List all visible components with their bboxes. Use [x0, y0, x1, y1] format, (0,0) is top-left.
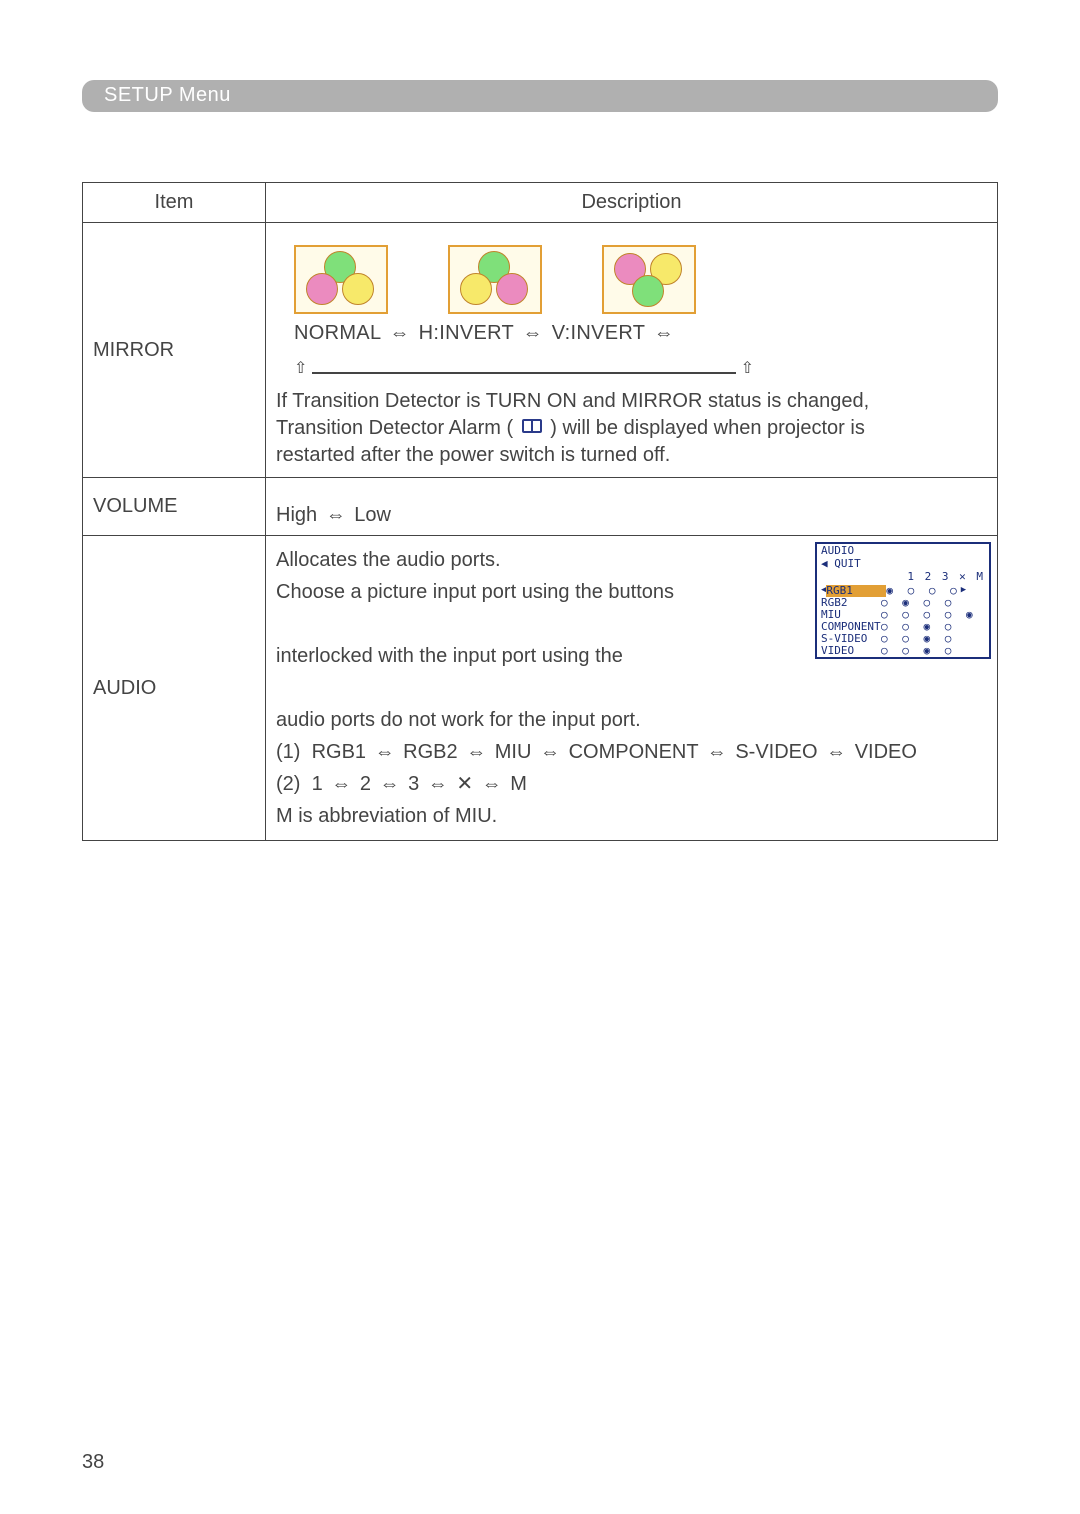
mirror-fig-vinvert	[602, 245, 696, 314]
audio-line: Allocates the audio ports.	[276, 549, 501, 571]
volume-desc: High ⇔ Low	[266, 478, 998, 536]
arrow-icon: ⇔	[707, 736, 727, 768]
col-item: Item	[83, 183, 266, 223]
audio-desc: Allocates the audio ports. Choose a pict…	[266, 536, 998, 841]
arrow-icon: ⇔	[482, 768, 502, 800]
seq-label: (1)	[276, 741, 300, 763]
audio-line: interlocked with the input port using th…	[276, 645, 623, 667]
osd-row: ◀RGB1◉ ○ ○ ○▶	[817, 585, 989, 597]
page-number: 38	[82, 1451, 104, 1474]
manual-reference-icon	[521, 415, 543, 442]
mirror-figures	[276, 231, 987, 318]
volume-high: High	[276, 504, 317, 526]
mirror-loop-indicator: ⇧ ⇧	[294, 348, 754, 374]
arrow-icon: ⇔	[326, 504, 346, 527]
up-arrow-icon: ⇧	[294, 358, 307, 378]
mirror-note: If Transition Detector is TURN ON and MI…	[276, 384, 987, 469]
mirror-seq-normal: NORMAL	[294, 322, 381, 344]
col-description: Description	[266, 183, 998, 223]
osd-columns: 1 2 3 ✕ M	[817, 571, 989, 584]
mirror-note-line: If Transition Detector is TURN ON and MI…	[276, 390, 869, 412]
settings-table: Item Description MIRROR	[82, 182, 998, 841]
arrow-icon: ⇔	[540, 736, 560, 768]
arrow-icon: ⇔	[523, 322, 543, 345]
arrow-icon: ⇔	[654, 322, 674, 345]
mirror-sequence: NORMAL ⇔ H:INVERT ⇔ V:INVERT ⇔	[276, 318, 987, 345]
osd-row: RGB2○ ◉ ○ ○	[817, 597, 989, 609]
table-row-volume: VOLUME High ⇔ Low	[83, 478, 998, 536]
arrow-icon: ⇔	[389, 322, 409, 345]
table-row-audio: AUDIO Allocates the audio ports. Choose …	[83, 536, 998, 841]
arrow-icon: ⇔	[380, 768, 400, 800]
page: SETUP Menu Item Description MIRROR	[0, 0, 1080, 1514]
audio-label: AUDIO	[83, 536, 266, 841]
mirror-label: MIRROR	[83, 223, 266, 478]
arrow-icon: ⇔	[375, 736, 395, 768]
table-header-row: Item Description	[83, 183, 998, 223]
mirror-fig-normal	[294, 245, 388, 314]
mirror-desc: NORMAL ⇔ H:INVERT ⇔ V:INVERT ⇔ ⇧ ⇧ If Tr…	[266, 223, 998, 478]
volume-label: VOLUME	[83, 478, 266, 536]
seq-label: (2)	[276, 773, 300, 795]
mirror-seq-vinvert: V:INVERT	[552, 322, 645, 344]
mute-icon: ✕	[456, 773, 473, 795]
audio-seq2: (2) 1 ⇔ 2 ⇔ 3 ⇔ ✕ ⇔ M	[276, 768, 987, 800]
mirror-fig-hinvert	[448, 245, 542, 314]
arrow-icon: ⇔	[331, 768, 351, 800]
arrow-icon: ⇔	[466, 736, 486, 768]
mirror-note-line: Transition Detector Alarm (	[276, 417, 513, 439]
audio-abbr: M is abbreviation of MIU.	[276, 800, 987, 832]
breadcrumb-text: SETUP Menu	[104, 84, 231, 106]
up-arrow-icon: ⇧	[741, 358, 754, 378]
mirror-note-line: restarted after the power switch is turn…	[276, 444, 670, 466]
audio-seq1: (1) RGB1 ⇔ RGB2 ⇔ MIU ⇔ COMPONENT ⇔ S-VI…	[276, 736, 987, 768]
osd-row: MIU○ ○ ○ ○ ◉	[817, 609, 989, 621]
audio-line: audio ports do not work for the input po…	[276, 709, 641, 731]
table-row-mirror: MIRROR	[83, 223, 998, 478]
osd-title: AUDIO	[817, 544, 989, 558]
arrow-icon: ⇔	[826, 736, 846, 768]
audio-osd-panel: AUDIO ◀ QUIT 1 2 3 ✕ M ◀RGB1◉ ○ ○ ○▶ RGB…	[815, 542, 991, 659]
mirror-seq-hinvert: H:INVERT	[419, 322, 514, 344]
arrow-icon: ⇔	[428, 768, 448, 800]
breadcrumb-pill: SETUP Menu	[82, 80, 998, 112]
mirror-note-line: ) will be displayed when projector is	[550, 417, 865, 439]
osd-row: VIDEO○ ○ ◉ ○	[817, 645, 989, 657]
audio-line: Choose a picture input port using the bu…	[276, 581, 674, 603]
volume-low: Low	[354, 504, 391, 526]
